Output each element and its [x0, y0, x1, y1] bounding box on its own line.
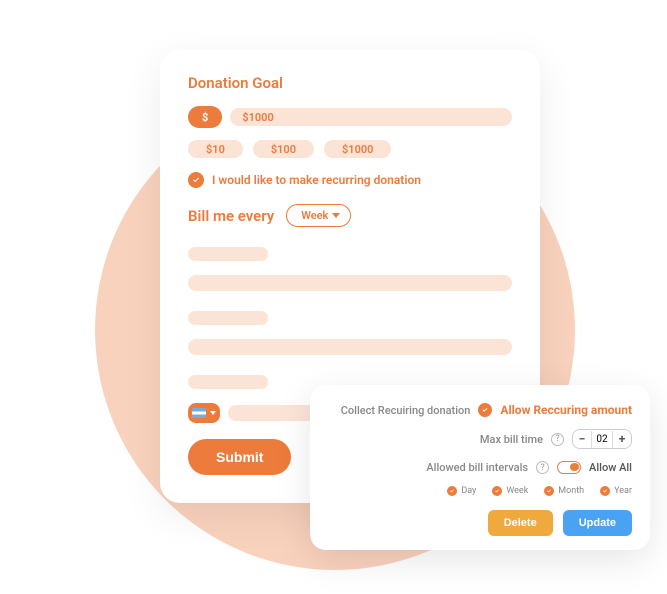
stepper-plus[interactable]: + — [613, 430, 631, 448]
field-label-placeholder — [188, 247, 268, 261]
stepper-value: 02 — [591, 431, 613, 448]
amount-option-100[interactable]: $100 — [253, 140, 314, 158]
recurring-label: I would like to make recurring donation — [212, 173, 421, 187]
check-icon — [544, 486, 554, 496]
recurring-checkbox-row[interactable]: I would like to make recurring donation — [188, 172, 512, 188]
max-bill-label: Max bill time — [480, 433, 543, 446]
interval-week[interactable]: Week — [492, 486, 528, 496]
donation-goal-title: Donation Goal — [188, 74, 512, 92]
chevron-down-icon — [210, 411, 216, 415]
stepper-minus[interactable]: − — [573, 430, 591, 448]
help-icon[interactable]: ? — [551, 433, 564, 446]
submit-button[interactable]: Submit — [188, 439, 291, 475]
delete-button[interactable]: Delete — [488, 510, 553, 536]
check-icon — [188, 172, 204, 188]
bill-label: Bill me every — [188, 207, 274, 225]
bill-interval-value: Week — [301, 209, 328, 222]
bill-frequency-row: Bill me every Week — [188, 204, 512, 227]
interval-label: Day — [461, 486, 476, 496]
check-icon[interactable] — [478, 403, 492, 417]
interval-list: Day Week Month Year — [328, 486, 632, 496]
check-icon — [447, 486, 457, 496]
amount-option-10[interactable]: $10 — [188, 140, 243, 158]
settings-card: Collect Recuiring donation Allow Reccuri… — [310, 385, 650, 550]
collect-recurring-label: Collect Recuiring donation — [341, 404, 471, 417]
interval-year[interactable]: Year — [600, 486, 632, 496]
allow-all-label: Allow All — [589, 461, 632, 474]
max-bill-stepper: − 02 + — [572, 429, 632, 449]
chevron-down-icon — [332, 213, 340, 218]
currency-chip[interactable]: $ — [188, 106, 222, 128]
update-button[interactable]: Update — [563, 510, 632, 536]
field-label-placeholder — [188, 375, 268, 389]
interval-day[interactable]: Day — [447, 486, 476, 496]
goal-row: $ $1000 — [188, 106, 512, 128]
amount-option-1000[interactable]: $1000 — [324, 140, 391, 158]
bill-interval-select[interactable]: Week — [286, 204, 351, 227]
text-input-placeholder[interactable] — [188, 275, 512, 291]
allow-all-toggle[interactable] — [557, 461, 581, 474]
interval-label: Month — [558, 486, 584, 496]
country-select[interactable] — [188, 403, 220, 423]
allowed-intervals-label: Allowed bill intervals — [426, 461, 528, 474]
help-icon[interactable]: ? — [536, 461, 549, 474]
flag-icon — [192, 408, 206, 418]
action-row: Delete Update — [328, 510, 632, 536]
interval-label: Week — [506, 486, 528, 496]
text-input-placeholder[interactable] — [188, 339, 512, 355]
check-icon — [600, 486, 610, 496]
field-label-placeholder — [188, 311, 268, 325]
interval-month[interactable]: Month — [544, 486, 584, 496]
interval-label: Year — [614, 486, 632, 496]
amount-options: $10 $100 $1000 — [188, 140, 512, 158]
check-icon — [492, 486, 502, 496]
allow-recurring-label: Allow Reccuring amount — [500, 403, 632, 417]
goal-amount-input[interactable]: $1000 — [230, 108, 512, 126]
